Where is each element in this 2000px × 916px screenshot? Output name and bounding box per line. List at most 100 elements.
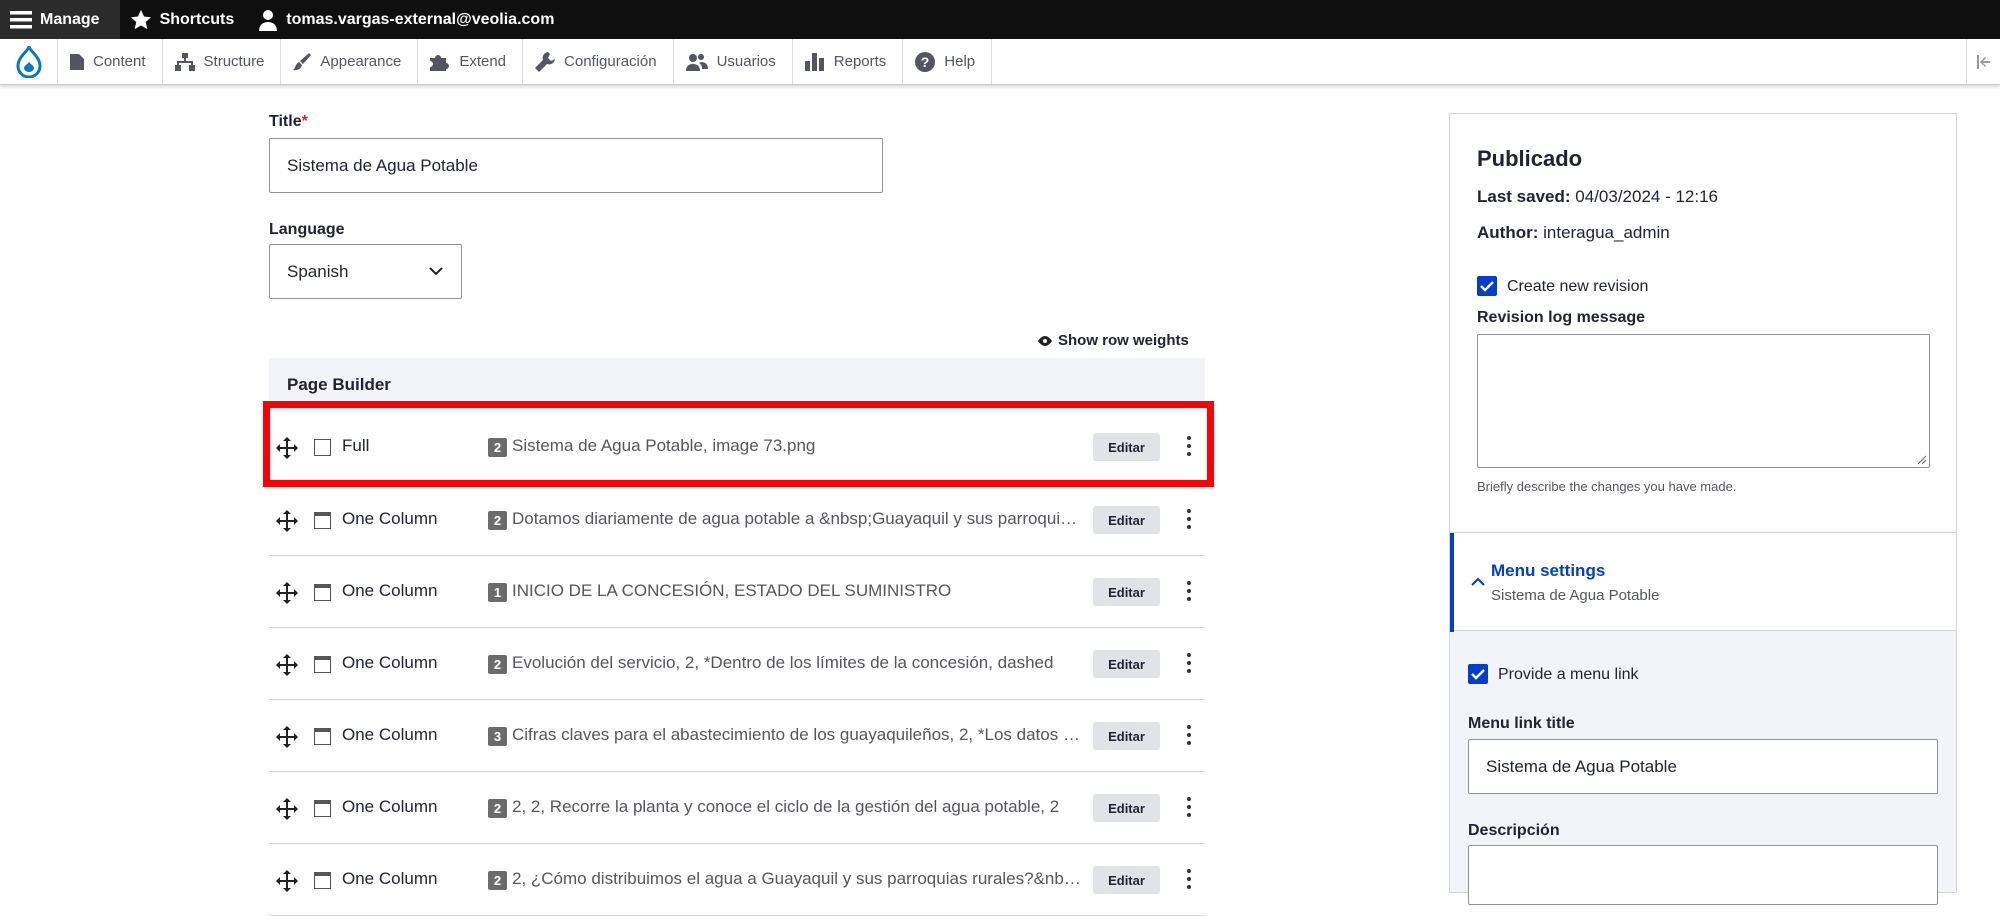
provide-menu-link-checkbox[interactable] <box>1468 664 1488 684</box>
shortcuts-button[interactable]: Shortcuts <box>120 0 249 39</box>
descripcion-input[interactable] <box>1468 845 1938 905</box>
menu-help[interactable]: ? Help <box>903 39 993 84</box>
edit-button[interactable]: Editar <box>1093 866 1160 894</box>
required-marker: * <box>301 113 308 130</box>
menu-appearance[interactable]: Appearance <box>281 39 419 84</box>
menu-link-title-label: Menu link title <box>1468 715 1575 732</box>
revision-log-textarea[interactable] <box>1477 334 1930 468</box>
row-count-badge: 2 <box>488 871 507 890</box>
more-actions-icon[interactable] <box>1187 581 1193 601</box>
svg-text:?: ? <box>921 54 930 70</box>
drag-handle-icon[interactable] <box>276 726 298 748</box>
row-description: Dotamos diariamente de agua potable a &n… <box>512 509 1082 528</box>
menu-link-title-input[interactable]: Sistema de Agua Potable <box>1468 739 1938 794</box>
row-layout-type: One Column <box>342 797 438 816</box>
layout-one-column-icon <box>314 656 331 673</box>
row-layout-type: Full <box>342 436 370 455</box>
more-actions-icon[interactable] <box>1187 869 1193 889</box>
chevron-up-icon <box>1471 577 1485 586</box>
checkmark-icon <box>1471 668 1485 680</box>
table-row: One Column 3 Cifras claves para el abastec… <box>269 700 1205 772</box>
chevron-down-icon <box>429 267 443 276</box>
table-row: One Column 2 Evolución del servicio, 2, *D… <box>269 628 1205 700</box>
edit-button[interactable]: Editar <box>1093 578 1160 606</box>
drag-handle-icon[interactable] <box>276 870 298 892</box>
title-label: Title* <box>269 113 308 130</box>
star-icon <box>130 9 151 29</box>
more-actions-icon[interactable] <box>1187 725 1193 745</box>
language-select[interactable]: Spanish <box>269 244 462 299</box>
admin-toolbar: Manage Shortcuts tomas.vargas-external@v… <box>0 0 2000 39</box>
create-revision-checkbox[interactable] <box>1477 276 1497 296</box>
menu-configuration[interactable]: Configuración <box>523 39 674 84</box>
edit-button[interactable]: Editar <box>1093 506 1160 534</box>
more-actions-icon[interactable] <box>1187 797 1193 817</box>
edit-button[interactable]: Editar <box>1093 433 1160 461</box>
hamburger-icon <box>10 10 32 28</box>
table-row: One Column 2 2, 2, Recorre la planta y con… <box>269 772 1205 844</box>
user-label: tomas.vargas-external@veolia.com <box>286 10 555 28</box>
revision-help-text: Briefly describe the changes you have ma… <box>1477 479 1737 494</box>
title-input[interactable]: Sistema de Agua Potable <box>269 138 883 193</box>
more-actions-icon[interactable] <box>1187 436 1193 456</box>
eye-icon <box>1038 335 1052 346</box>
menu-settings-section[interactable]: Menu settings Sistema de Agua Potable <box>1450 532 1956 632</box>
users-icon <box>685 53 708 71</box>
more-actions-icon[interactable] <box>1187 509 1193 529</box>
more-actions-icon[interactable] <box>1187 653 1193 673</box>
table-row: One Column 1 INICIO DE LA CONCESIÓN, ESTAD… <box>269 556 1205 628</box>
drag-handle-icon[interactable] <box>276 654 298 676</box>
row-layout-type: One Column <box>342 869 438 888</box>
layout-one-column-icon <box>314 512 331 529</box>
revision-log-label: Revision log message <box>1477 309 1646 326</box>
menu-structure[interactable]: Structure <box>163 39 282 84</box>
descripcion-label: Descripción <box>1468 822 1560 839</box>
layout-one-column-icon <box>314 728 331 745</box>
edit-button[interactable]: Editar <box>1093 794 1160 822</box>
document-icon <box>70 53 84 70</box>
row-description: 2, ¿Cómo distribuimos el agua a Guayaqui… <box>512 869 1082 888</box>
menu-settings-summary: Sistema de Agua Potable <box>1491 587 1660 604</box>
table-row: One Column 2 Dotamos diariamente de agua p… <box>269 484 1205 556</box>
drag-handle-icon[interactable] <box>276 798 298 820</box>
row-layout-type: One Column <box>342 725 438 744</box>
provide-menu-link-label: Provide a menu link <box>1498 666 1639 683</box>
drag-handle-icon[interactable] <box>276 437 298 459</box>
drupal-drop-icon <box>15 45 42 78</box>
collapse-arrow-icon <box>1976 54 1990 69</box>
resize-handle-icon[interactable] <box>1917 455 1927 465</box>
author: Author: interagua_admin <box>1477 223 1670 242</box>
drag-handle-icon[interactable] <box>276 510 298 532</box>
status-heading: Publicado <box>1477 146 1583 171</box>
table-row: Full 2 Sistema de Agua Potable, image 73.p… <box>269 411 1205 483</box>
row-description: 2, 2, Recorre la planta y conoce el cicl… <box>512 797 1060 816</box>
edit-button[interactable]: Editar <box>1093 722 1160 750</box>
user-button[interactable]: tomas.vargas-external@veolia.com <box>248 0 568 39</box>
row-count-badge: 2 <box>488 438 507 457</box>
menu-content[interactable]: Content <box>58 39 163 84</box>
row-description: Cifras claves para el abastecimiento de … <box>512 725 1082 744</box>
menu-reports[interactable]: Reports <box>793 39 904 84</box>
row-layout-type: One Column <box>342 581 438 600</box>
language-label: Language <box>269 221 345 238</box>
drupal-home-link[interactable] <box>0 39 58 84</box>
admin-menu-tray: Content Structure Appearance Extend Conf… <box>0 39 2000 85</box>
layout-full-icon <box>314 439 331 456</box>
row-count-badge: 3 <box>488 727 507 746</box>
toolbar-orientation-toggle[interactable] <box>1966 39 2000 84</box>
user-icon <box>259 9 278 31</box>
structure-icon <box>174 52 195 71</box>
checkmark-icon <box>1480 280 1494 292</box>
row-count-badge: 2 <box>488 799 507 818</box>
layout-one-column-icon <box>314 872 331 889</box>
paintbrush-icon <box>293 52 312 70</box>
bar-chart-icon <box>804 52 824 71</box>
manage-button[interactable]: Manage <box>0 0 120 39</box>
create-revision-label: Create new revision <box>1507 278 1649 295</box>
edit-button[interactable]: Editar <box>1093 650 1160 678</box>
show-row-weights-button[interactable]: Show row weights <box>1038 332 1189 349</box>
menu-users[interactable]: Usuarios <box>674 39 793 84</box>
menu-extend[interactable]: Extend <box>418 39 524 84</box>
row-count-badge: 2 <box>488 511 507 530</box>
drag-handle-icon[interactable] <box>276 582 298 604</box>
